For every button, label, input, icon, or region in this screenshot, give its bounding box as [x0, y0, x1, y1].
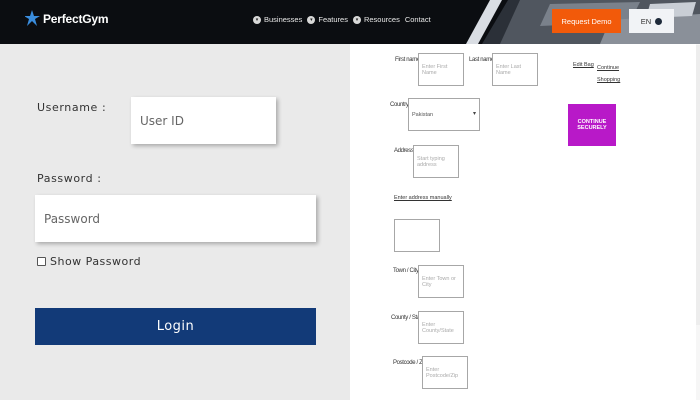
scrollbar-thumb[interactable] [696, 45, 700, 325]
username-label: Username : [37, 101, 107, 114]
nav-item-resources[interactable]: ▾ Resources [352, 15, 400, 24]
site-header: PerfectGym ▾ Businesses ▾ Features ▾ Res… [0, 0, 700, 44]
country-value: Pakistan [412, 111, 434, 118]
address-input[interactable]: Start typing address [413, 145, 459, 178]
circle-dot-icon: ▾ [307, 15, 316, 24]
nav-item-businesses[interactable]: ▾ Businesses [253, 15, 302, 24]
nav-label: Contact [404, 15, 431, 24]
town-input[interactable]: Enter Town or City [418, 265, 464, 298]
circle-dot-icon: ▾ [253, 15, 261, 24]
nav-label: Features [318, 15, 348, 24]
nav-item-contact[interactable]: Contact [405, 15, 431, 24]
show-password-toggle[interactable]: Show Password [37, 255, 141, 268]
postcode-input[interactable]: Enter Postcode/Zip [422, 356, 468, 389]
circle-dot-icon: ▾ [352, 15, 361, 24]
login-panel: Username : Password : Show Password Logi… [0, 44, 350, 400]
county-input[interactable]: Enter County/State [418, 311, 464, 344]
nav-label: Businesses [264, 15, 303, 24]
language-button[interactable]: EN [629, 9, 674, 33]
chevron-down-icon: ▾ [472, 111, 476, 117]
country-label: Country [390, 102, 409, 108]
main-nav: ▾ Businesses ▾ Features ▾ Resources Cont… [253, 15, 431, 24]
address-extra-input[interactable] [394, 219, 440, 252]
perfectgym-logo[interactable]: PerfectGym [25, 10, 109, 27]
request-demo-button[interactable]: Request Demo [552, 9, 621, 33]
username-input[interactable] [131, 97, 276, 144]
edit-bag-link[interactable]: Edit Bag [573, 62, 594, 68]
logo-text: PerfectGym [43, 11, 109, 26]
enter-address-manually-link[interactable]: Enter address manually [394, 195, 452, 201]
password-input[interactable] [35, 195, 316, 242]
nav-item-features[interactable]: ▾ Features [307, 15, 348, 24]
language-label: EN [640, 16, 652, 26]
show-password-label: Show Password [50, 255, 142, 268]
country-select[interactable]: Pakistan ▾ [408, 98, 480, 131]
continue-shopping-link[interactable]: Continue Shopping [597, 62, 620, 86]
password-label: Password : [37, 172, 102, 185]
first-name-input[interactable]: Enter First Name [418, 53, 464, 86]
town-label: Town / City* [393, 268, 421, 274]
continue-securely-button[interactable]: CONTINUE SECURELY [568, 104, 616, 146]
show-password-checkbox[interactable] [37, 257, 46, 266]
last-name-input[interactable]: Enter Last Name [492, 53, 538, 86]
nav-label: Resources [363, 15, 400, 24]
star-figure-icon [25, 10, 40, 26]
login-button[interactable]: Login [35, 308, 316, 345]
globe-icon [655, 17, 663, 25]
